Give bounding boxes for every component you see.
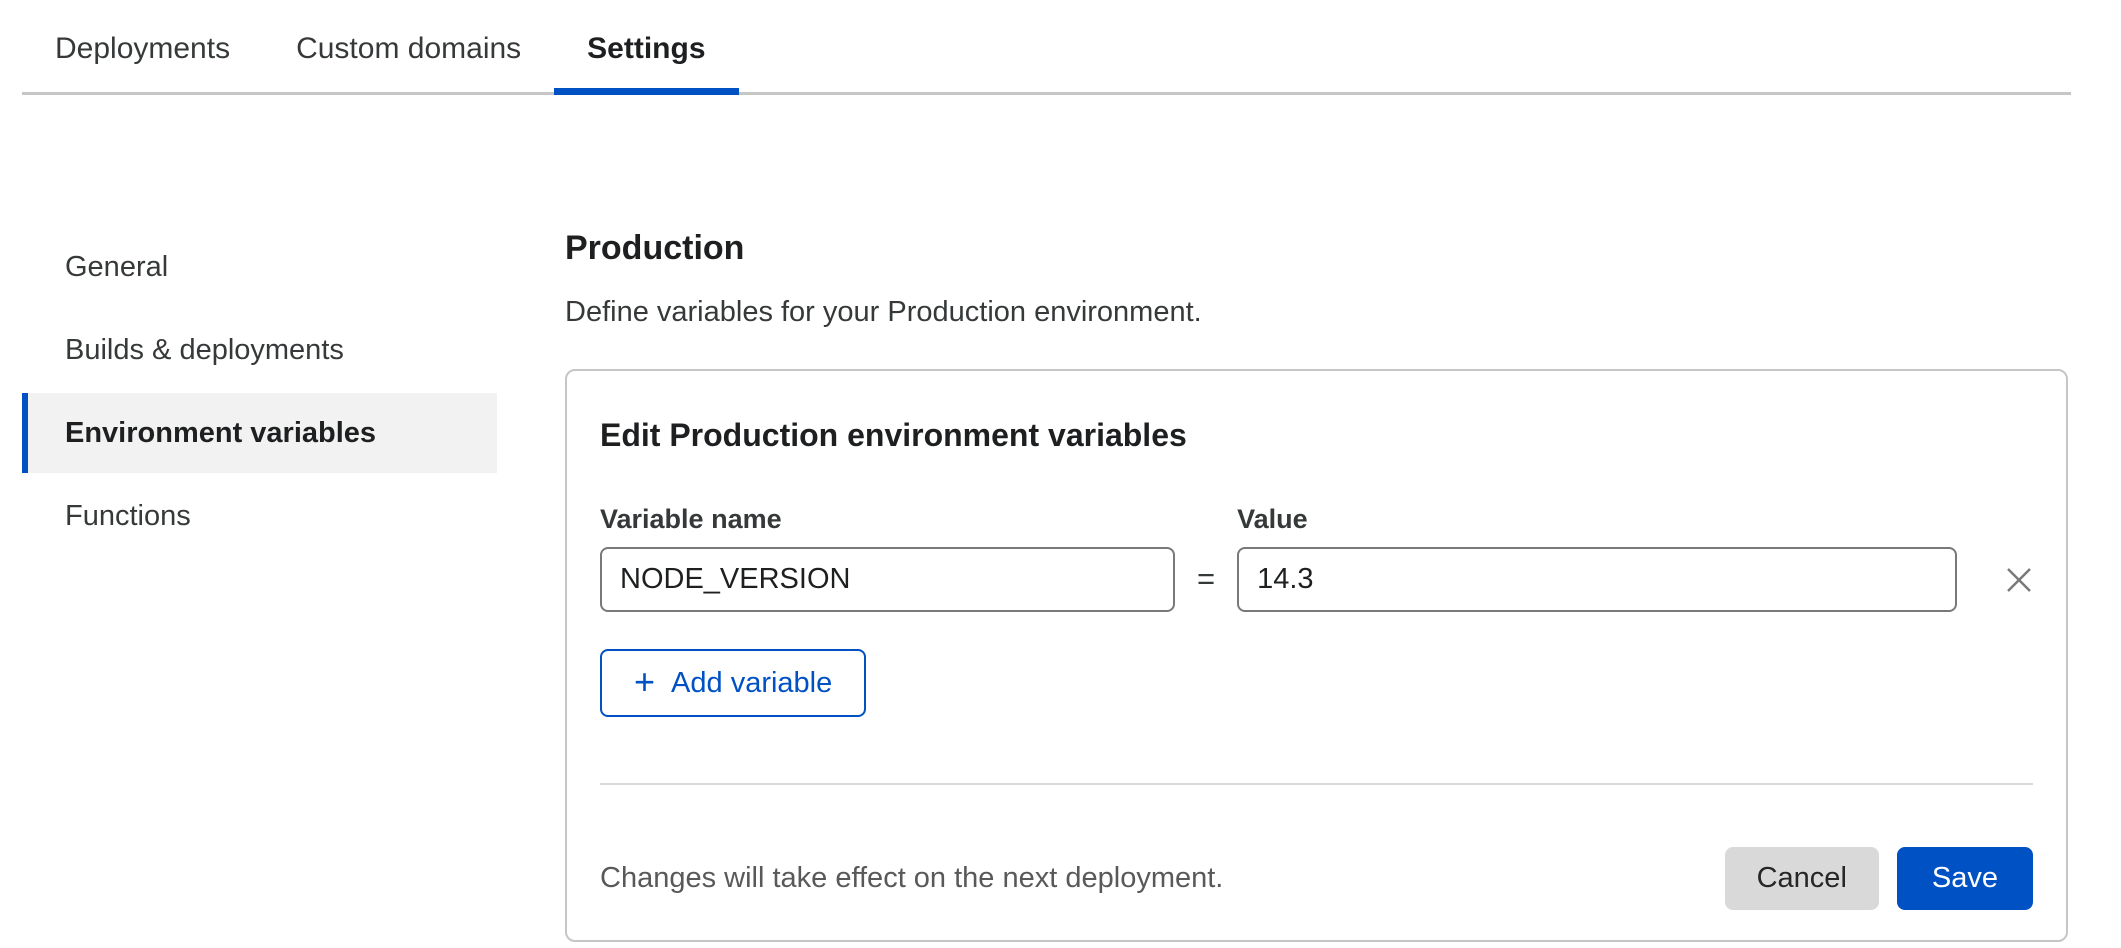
card-footer: Changes will take effect on the next dep… [600, 847, 2033, 910]
x-icon [2004, 565, 2034, 595]
save-button[interactable]: Save [1897, 847, 2033, 910]
add-variable-button[interactable]: + Add variable [600, 649, 866, 717]
card-title: Edit Production environment variables [600, 417, 2033, 454]
section-title: Production [565, 229, 2068, 268]
sidebar-item-functions[interactable]: Functions [22, 476, 497, 556]
tab-deployments[interactable]: Deployments [22, 16, 263, 92]
tab-bar: Deployments Custom domains Settings [22, 0, 2071, 95]
add-variable-label: Add variable [671, 667, 832, 700]
sidebar-item-environment-variables[interactable]: Environment variables [22, 393, 497, 473]
cancel-button[interactable]: Cancel [1725, 847, 1879, 910]
tab-custom-domains[interactable]: Custom domains [263, 16, 554, 92]
variable-value-input[interactable] [1237, 547, 1957, 612]
footer-actions: Cancel Save [1725, 847, 2033, 910]
plus-icon: + [634, 664, 655, 700]
sidebar-item-general[interactable]: General [22, 227, 497, 307]
sidebar-item-builds-deployments[interactable]: Builds & deployments [22, 310, 497, 390]
edit-variables-card: Edit Production environment variables Va… [565, 369, 2068, 942]
tab-settings[interactable]: Settings [554, 16, 738, 92]
settings-sidebar: General Builds & deployments Environment… [22, 227, 497, 559]
equals-sign: = [1197, 547, 1215, 612]
settings-content: General Builds & deployments Environment… [0, 95, 2121, 942]
variable-name-field: Variable name [600, 504, 1175, 612]
footer-note: Changes will take effect on the next dep… [600, 862, 1223, 895]
card-divider [600, 783, 2033, 785]
environment-variables-panel: Production Define variables for your Pro… [565, 95, 2068, 942]
variable-name-label: Variable name [600, 504, 1175, 535]
variable-value-field: Value [1237, 504, 1957, 612]
variable-name-input[interactable] [600, 547, 1175, 612]
variable-row: Variable name = Value [600, 504, 2033, 612]
value-label: Value [1237, 504, 1957, 535]
section-description: Define variables for your Production env… [565, 296, 2068, 329]
remove-variable-button[interactable] [2001, 547, 2037, 612]
